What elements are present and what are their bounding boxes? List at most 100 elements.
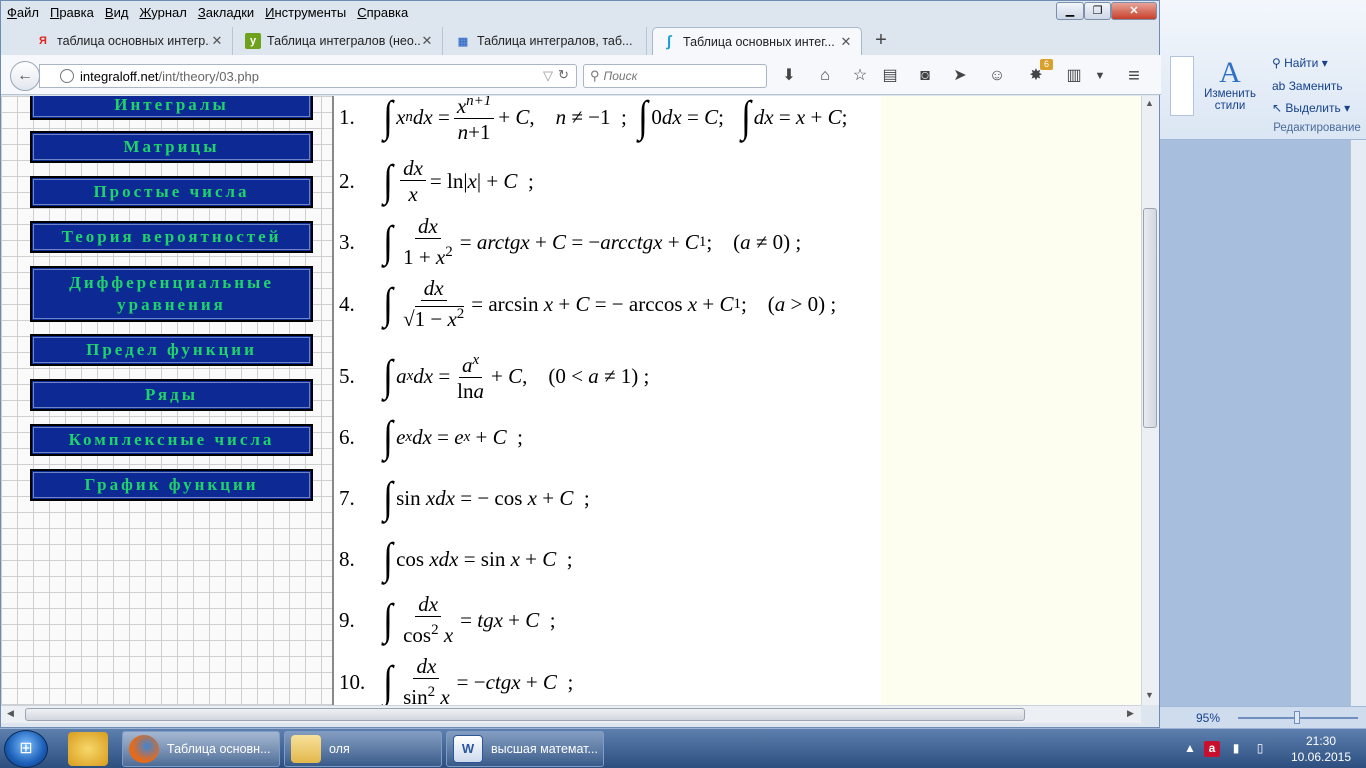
search-icon: ⚲ bbox=[590, 68, 600, 83]
formula-6: 6. ∫ e x dx = ex + C ; bbox=[336, 412, 523, 462]
formula-7: 7. ∫ sin xdx = − cos x + C ; bbox=[336, 473, 590, 523]
nav-matrices[interactable]: Матрицы bbox=[30, 131, 313, 163]
formula-8: 8. ∫ cos xdx = sin x + C ; bbox=[336, 534, 573, 584]
clipboard-icon[interactable]: ▥ bbox=[1063, 66, 1085, 86]
chevron-down-icon[interactable]: ▼ bbox=[1089, 66, 1111, 86]
tab-bar: Я таблица основных интегр... ✕ y Таблица… bbox=[1, 23, 1161, 55]
tab-close-icon[interactable]: ✕ bbox=[839, 34, 853, 50]
tab-close-icon[interactable]: ✕ bbox=[210, 33, 224, 49]
nav-series[interactable]: Ряды bbox=[30, 379, 313, 411]
hamburger-menu-icon[interactable]: ≡ bbox=[1123, 66, 1145, 86]
scroll-right-icon[interactable]: ▶ bbox=[1127, 708, 1134, 719]
maximize-button[interactable]: ❐ bbox=[1084, 2, 1111, 20]
scroll-up-icon[interactable]: ▲ bbox=[1145, 98, 1154, 108]
tab-3[interactable]: ▦ Таблица интегралов, таб... bbox=[447, 27, 647, 55]
nav-complex-numbers[interactable]: Комплексные числа bbox=[30, 424, 313, 456]
scroll-left-icon[interactable]: ◀ bbox=[7, 708, 14, 719]
formula-number: 6. bbox=[339, 424, 355, 449]
clock-time: 21:30 bbox=[1305, 734, 1337, 748]
zoom-slider[interactable] bbox=[1238, 710, 1359, 724]
word-icon: W bbox=[453, 735, 483, 763]
menu-tools[interactable]: Инструменты bbox=[265, 5, 346, 20]
right-side-panel bbox=[881, 96, 1141, 705]
home-icon[interactable]: ⌂ bbox=[814, 66, 836, 86]
minimize-button[interactable]: ▁ bbox=[1056, 2, 1084, 20]
new-tab-button[interactable]: + bbox=[869, 29, 893, 53]
menu-file[interactable]: Файл bbox=[7, 5, 39, 20]
word-vertical-scrollbar[interactable] bbox=[1350, 140, 1366, 706]
formula-5: 5. ∫ a x dx = ax lna + C, (0 < a ≠ 1) ; bbox=[336, 348, 649, 404]
bookmark-star-icon[interactable]: ☆ bbox=[849, 66, 871, 86]
nav-prime-numbers[interactable]: Простые числа bbox=[30, 176, 313, 208]
vertical-scroll-thumb[interactable] bbox=[1143, 208, 1157, 428]
word-document-area bbox=[1160, 140, 1350, 706]
tab-1[interactable]: Я таблица основных интегр... ✕ bbox=[27, 27, 233, 55]
chat-icon[interactable]: ☺ bbox=[986, 66, 1008, 86]
nav-function-graph[interactable]: График функции bbox=[30, 469, 313, 501]
formula-1: 1. ∫ x n dx = xn+1 n+1 + C, n ≠ −1 ; ∫ 0 dx = C… bbox=[336, 96, 847, 144]
taskbar-word[interactable]: W высшая математ... bbox=[446, 731, 604, 767]
formula-number: 4. bbox=[339, 291, 355, 316]
outlook-pinned-icon[interactable] bbox=[68, 732, 108, 766]
search-input[interactable] bbox=[603, 69, 754, 83]
select-button[interactable]: ↖ Выделить ▾ bbox=[1272, 101, 1350, 115]
pocket-icon[interactable]: ◙ bbox=[914, 66, 936, 86]
power-icon[interactable]: ▯ bbox=[1252, 741, 1268, 757]
formula-number: 7. bbox=[339, 485, 355, 510]
tab-4-active[interactable]: ∫ Таблица основных интег... ✕ bbox=[652, 27, 862, 55]
scroll-down-icon[interactable]: ▼ bbox=[1145, 690, 1154, 700]
menu-view[interactable]: Вид bbox=[105, 5, 129, 20]
menu-help[interactable]: Справка bbox=[357, 5, 408, 20]
url-bar[interactable]: integraloff.net/int/theory/03.php ▽ ↻ bbox=[39, 64, 577, 88]
start-button[interactable]: ⊞ bbox=[4, 730, 48, 768]
yandex-favicon-icon: Я bbox=[39, 35, 47, 47]
change-styles-button[interactable]: A Изменить стили bbox=[1204, 56, 1256, 113]
formula-3: 3. ∫ dx 1 + x2 = arctgx + C = − arcctgx + C1… bbox=[336, 214, 801, 270]
page-content: Интегралы Матрицы Простые числа Теория в… bbox=[1, 96, 1141, 705]
menu-bookmarks[interactable]: Закладки bbox=[198, 5, 254, 20]
left-navigation-panel: Интегралы Матрицы Простые числа Теория в… bbox=[1, 96, 334, 705]
tab-2[interactable]: y Таблица интегралов (нео... ✕ bbox=[237, 27, 443, 55]
replace-button[interactable]: ab Заменить bbox=[1272, 79, 1343, 93]
nav-integrals[interactable]: Интегралы bbox=[30, 96, 313, 120]
replace-icon: ab bbox=[1272, 79, 1289, 93]
formula-4: 4. ∫ dx √1 − x2 = arcsin x + C = − arccos x… bbox=[336, 276, 836, 332]
find-button[interactable]: ⚲ Найти ▾ bbox=[1272, 56, 1328, 70]
formula-number: 3. bbox=[339, 229, 355, 254]
taskbar-firefox[interactable]: Таблица основн... bbox=[122, 731, 280, 767]
formula-number: 2. bbox=[339, 168, 355, 193]
nav-probability-theory[interactable]: Теория вероятностей bbox=[30, 221, 313, 253]
nav-differential-equations[interactable]: Дифференциальные уравнения bbox=[30, 266, 313, 322]
horizontal-scroll-thumb[interactable] bbox=[25, 708, 1025, 721]
cursor-icon: ↖ bbox=[1272, 101, 1286, 115]
downloads-icon[interactable]: ⬇ bbox=[778, 66, 800, 86]
reload-icon[interactable]: ↻ bbox=[558, 67, 569, 83]
system-clock[interactable]: 21:30 10.06.2015 bbox=[1280, 733, 1362, 765]
tab-close-icon[interactable]: ✕ bbox=[420, 33, 434, 49]
close-window-button[interactable]: ✕ bbox=[1111, 2, 1157, 20]
styles-icon: A bbox=[1219, 56, 1241, 89]
bookmarks-list-icon[interactable]: ▤ bbox=[879, 66, 901, 86]
send-icon[interactable]: ➤ bbox=[949, 66, 971, 86]
table-favicon-icon: ▦ bbox=[457, 35, 469, 48]
antivirus-icon[interactable]: a bbox=[1204, 741, 1220, 757]
formula-2: 2. ∫ dx x = ln| x | + C ; bbox=[336, 154, 534, 208]
search-box[interactable]: ⚲ bbox=[583, 64, 767, 88]
styles-gallery[interactable] bbox=[1170, 56, 1194, 116]
show-hidden-icons[interactable]: ▲ bbox=[1182, 741, 1198, 757]
taskbar-folder[interactable]: оля bbox=[284, 731, 442, 767]
back-button[interactable]: ← bbox=[10, 61, 40, 91]
vertical-scrollbar[interactable]: ▲ ▼ bbox=[1141, 96, 1159, 705]
formula-number: 8. bbox=[339, 546, 355, 571]
dropdown-arrow-icon[interactable]: ▽ bbox=[543, 68, 553, 84]
tab-title: таблица основных интегр... bbox=[57, 34, 210, 48]
network-signal-icon[interactable]: ▮ bbox=[1228, 741, 1244, 757]
taskbar-folder-label: оля bbox=[329, 742, 350, 756]
menu-history[interactable]: Журнал bbox=[139, 5, 186, 20]
menu-edit[interactable]: Правка bbox=[50, 5, 94, 20]
nav-limit-function[interactable]: Предел функции bbox=[30, 334, 313, 366]
horizontal-scrollbar[interactable]: ◀ ▶ bbox=[1, 705, 1141, 723]
zoom-level: 95% bbox=[1196, 710, 1221, 725]
select-label: Выделить bbox=[1285, 101, 1341, 115]
word-status-bar: 95% bbox=[1160, 706, 1366, 728]
